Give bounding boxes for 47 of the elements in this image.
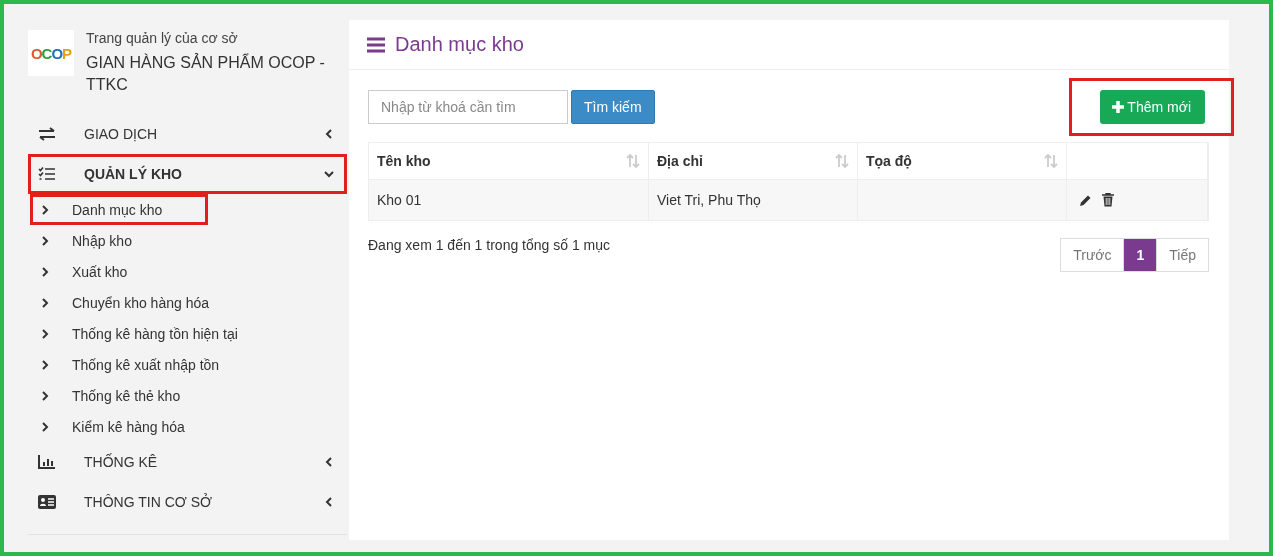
chevron-right-icon [40,203,50,216]
pencil-icon[interactable] [1079,193,1092,207]
submenu-item[interactable]: Nhập kho [28,225,347,256]
submenu-item[interactable]: Thống kê hàng tồn hiện tại [28,318,347,349]
chevron-right-icon [40,389,50,402]
chevron-right-icon [40,327,50,340]
submenu-item[interactable]: Chuyển kho hàng hóa [28,287,347,318]
chevron-right-icon [40,296,50,309]
checklist-icon [38,167,56,181]
submenu-item[interactable]: Thống kê xuất nhập tồn [28,349,347,380]
chevron-right-icon [40,358,50,371]
menu-item[interactable]: THÔNG TIN CƠ SỞ [28,482,347,522]
chevron-down-icon [323,168,335,180]
bar-chart-icon [38,455,56,469]
trash-icon[interactable] [1102,193,1114,207]
chevron-right-icon [40,420,50,433]
logo: OCOP [28,30,74,76]
chevron-right-icon [40,265,50,278]
table-cell: Viet Tri, Phu Thọ [649,180,858,220]
column-header: Tọa độ [866,153,913,169]
search-button[interactable]: Tìm kiếm [571,90,655,124]
previous-button[interactable]: Trước [1060,238,1125,272]
results-summary: Đang xem 1 đến 1 trong tổng số 1 mục [368,237,611,255]
menu-item[interactable]: GIAO DỊCH [28,114,347,154]
menu-icon[interactable] [367,36,385,53]
table-cell: Kho 01 [369,180,649,220]
chevron-left-icon [323,496,335,508]
page-button[interactable]: 1 [1123,238,1158,272]
brand-subtitle: Trang quản lý của cơ sở [86,30,239,46]
column-header: Tên kho [377,153,432,169]
menu-item[interactable]: QUẢN LÝ KHO [28,154,347,194]
submenu-item[interactable]: Danh mục kho [30,194,208,225]
chevron-left-icon [323,456,335,468]
chevron-left-icon [323,128,335,140]
arrows-icon [38,127,56,141]
chevron-right-icon [40,234,50,247]
column-header: Địa chỉ [657,153,704,169]
submenu-item[interactable]: Kiểm kê hàng hóa [28,411,347,442]
plus-icon [1112,101,1125,113]
store-name: GIAN HÀNG SẢN PHẨM OCOP - TTKC [86,52,326,95]
page-title: Danh mục kho [395,33,524,56]
submenu-item[interactable]: Thống kê thẻ kho [28,380,347,411]
next-button[interactable]: Tiếp [1156,238,1209,272]
menu-item[interactable]: THỐNG KÊ [28,442,347,482]
search-field[interactable]: Nhập từ khoá cần tìm [368,90,568,124]
id-card-icon [38,495,56,509]
submenu-item[interactable]: Xuất kho [28,256,347,287]
